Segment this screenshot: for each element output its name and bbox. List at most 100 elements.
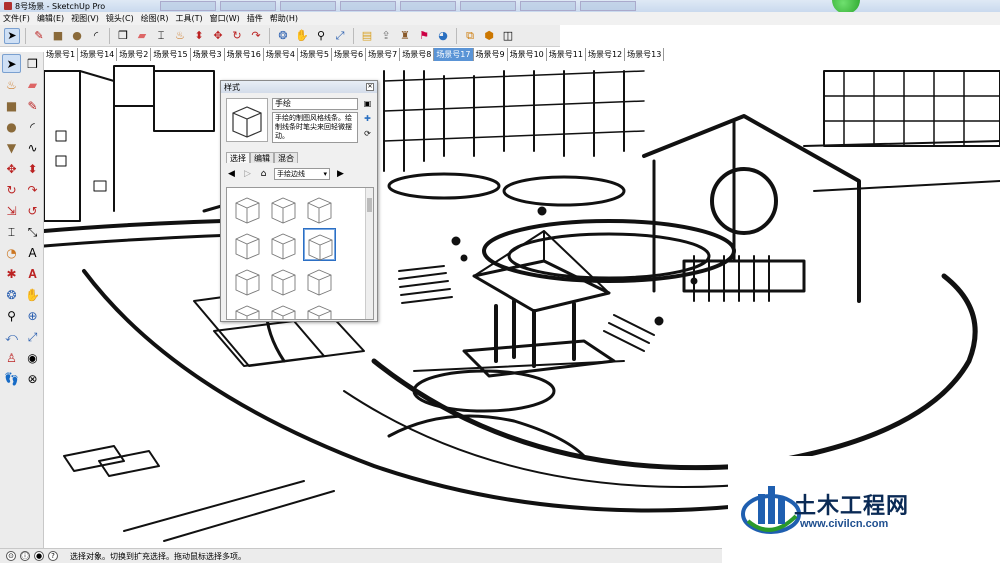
- style-thumbnail[interactable]: [267, 300, 300, 319]
- menu-draw[interactable]: 绘图(R): [141, 13, 169, 24]
- paint-bucket-icon[interactable]: ♨: [172, 28, 188, 44]
- line-tool-icon[interactable]: ✎: [23, 96, 42, 115]
- thumbnail-scrollbar[interactable]: [365, 188, 373, 319]
- protractor-tool-icon[interactable]: ◔: [2, 243, 21, 262]
- scene-tab[interactable]: 场景号16: [224, 48, 264, 61]
- arc-tool-icon[interactable]: ◜: [88, 28, 104, 44]
- axes-tool-icon[interactable]: ✱: [2, 264, 21, 283]
- style-thumbnail[interactable]: [267, 264, 300, 297]
- style-thumbnail[interactable]: [303, 228, 336, 261]
- share-component-icon[interactable]: ♜: [397, 28, 413, 44]
- style-thumbnail[interactable]: [267, 228, 300, 261]
- move-tool-icon[interactable]: ✥: [210, 28, 226, 44]
- follow-me-icon[interactable]: ↷: [248, 28, 264, 44]
- push-pull-icon[interactable]: ⬍: [23, 159, 42, 178]
- credits-status-icon[interactable]: ⓘ: [20, 551, 30, 561]
- circle-tool-icon[interactable]: ●: [69, 28, 85, 44]
- help-status-icon[interactable]: ?: [48, 551, 58, 561]
- scene-tab[interactable]: 场景号6: [332, 48, 367, 61]
- style-thumbnail[interactable]: [303, 264, 336, 297]
- rectangle-tool-icon[interactable]: ■: [50, 28, 66, 44]
- scale-tool-icon[interactable]: ⇲: [2, 201, 21, 220]
- menu-camera[interactable]: 镜头(C): [106, 13, 134, 24]
- pencil-tool-icon[interactable]: ✎: [31, 28, 47, 44]
- tab-select[interactable]: 选择: [226, 152, 250, 163]
- pan-tool-icon[interactable]: ✋: [23, 285, 42, 304]
- scene-tab[interactable]: 场景号5: [297, 48, 333, 61]
- components-icon[interactable]: ⧉: [462, 28, 478, 44]
- menu-window[interactable]: 窗口(W): [210, 13, 240, 24]
- position-camera-icon[interactable]: ♙: [2, 348, 21, 367]
- rotate-tool-icon[interactable]: ↻: [2, 180, 21, 199]
- eraser-tool-icon[interactable]: ▰: [134, 28, 150, 44]
- geo-location-status-icon[interactable]: ⊙: [6, 551, 16, 561]
- freehand-tool-icon[interactable]: ∿: [23, 138, 42, 157]
- walk-tool-icon[interactable]: 👣: [2, 369, 21, 388]
- rotate-tool-icon[interactable]: ↻: [229, 28, 245, 44]
- google-earth-icon[interactable]: ◕: [435, 28, 451, 44]
- eraser-tool-icon[interactable]: ▰: [23, 75, 42, 94]
- styles-icon[interactable]: ◫: [500, 28, 516, 44]
- text-tool-icon[interactable]: A: [23, 243, 42, 262]
- tape-measure-icon[interactable]: ⌶: [153, 28, 169, 44]
- forward-arrow-icon[interactable]: ▷: [242, 169, 253, 179]
- menu-file[interactable]: 文件(F): [3, 13, 30, 24]
- menu-help[interactable]: 帮助(H): [270, 13, 298, 24]
- styles-panel-header[interactable]: 样式 ✕: [221, 81, 377, 93]
- scene-tab[interactable]: 场景号12: [585, 48, 626, 61]
- zoom-extents-icon[interactable]: ⤢: [23, 327, 42, 346]
- scene-tab[interactable]: 场景号13: [625, 48, 665, 61]
- orbit-tool-icon[interactable]: ❂: [275, 28, 291, 44]
- style-description-field[interactable]: 手绘的制图风格线条。绘制线条时笔尖来回轻微摆动。: [272, 112, 358, 143]
- make-component-icon[interactable]: ❒: [115, 28, 131, 44]
- push-pull-icon[interactable]: ⬍: [191, 28, 207, 44]
- style-thumbnail[interactable]: [231, 228, 264, 261]
- menu-plugins[interactable]: 插件: [247, 13, 263, 24]
- select-tool-icon[interactable]: ➤: [2, 54, 21, 73]
- style-thumbnail[interactable]: [303, 192, 336, 225]
- look-around-icon[interactable]: ◉: [23, 348, 42, 367]
- scene-tab[interactable]: 场景号14: [78, 48, 118, 61]
- scene-tab[interactable]: 场景号3: [190, 48, 225, 61]
- scene-tab[interactable]: 场景号17: [434, 48, 474, 61]
- style-thumbnail[interactable]: [267, 192, 300, 225]
- offset-tool-icon[interactable]: ↺: [23, 201, 42, 220]
- rectangle-tool-icon[interactable]: ■: [2, 96, 21, 115]
- move-tool-icon[interactable]: ✥: [2, 159, 21, 178]
- 3d-text-icon[interactable]: 𝐀: [23, 264, 42, 283]
- update-style-icon[interactable]: ▣: [362, 98, 373, 109]
- scene-tab[interactable]: 场景号8: [400, 48, 435, 61]
- tab-edit[interactable]: 编辑: [250, 152, 274, 163]
- style-thumbnail[interactable]: [231, 192, 264, 225]
- menu-view[interactable]: 视图(V): [71, 13, 99, 24]
- scene-tab[interactable]: 场景号10: [507, 48, 547, 61]
- back-arrow-icon[interactable]: ◀: [226, 169, 237, 179]
- style-name-field[interactable]: 手绘: [272, 98, 358, 110]
- style-thumbnail[interactable]: [231, 300, 264, 319]
- user-status-icon[interactable]: ●: [34, 551, 44, 561]
- zoom-tool-icon[interactable]: ⚲: [2, 306, 21, 325]
- pan-tool-icon[interactable]: ✋: [294, 28, 310, 44]
- section-plane-icon[interactable]: ⊗: [23, 369, 42, 388]
- refresh-style-icon[interactable]: ⟳: [362, 128, 373, 139]
- select-tool-icon[interactable]: ➤: [4, 27, 20, 44]
- dimension-tool-icon[interactable]: ⤡: [23, 222, 42, 241]
- circle-tool-icon[interactable]: ●: [2, 117, 21, 136]
- menu-edit[interactable]: 编辑(E): [37, 13, 64, 24]
- share-model-icon[interactable]: ⇪: [378, 28, 394, 44]
- home-icon[interactable]: ⌂: [258, 169, 269, 179]
- menu-tools[interactable]: 工具(T): [176, 13, 203, 24]
- zoom-window-icon[interactable]: ⊕: [23, 306, 42, 325]
- scene-tab[interactable]: 场景号4: [263, 48, 298, 61]
- scene-tab[interactable]: 场景号1: [44, 48, 79, 61]
- make-component-icon[interactable]: ❒: [23, 54, 42, 73]
- details-arrow-icon[interactable]: ▶: [335, 169, 346, 179]
- zoom-extents-icon[interactable]: ⤢: [332, 28, 348, 44]
- scene-tab[interactable]: 场景号11: [546, 48, 586, 61]
- previous-view-icon[interactable]: ⤺: [2, 327, 21, 346]
- get-models-icon[interactable]: ▤: [359, 28, 375, 44]
- scene-tab[interactable]: 场景号2: [117, 48, 152, 61]
- paint-bucket-icon[interactable]: ♨: [2, 75, 21, 94]
- orbit-tool-icon[interactable]: ❂: [2, 285, 21, 304]
- materials-icon[interactable]: ⬢: [481, 28, 497, 44]
